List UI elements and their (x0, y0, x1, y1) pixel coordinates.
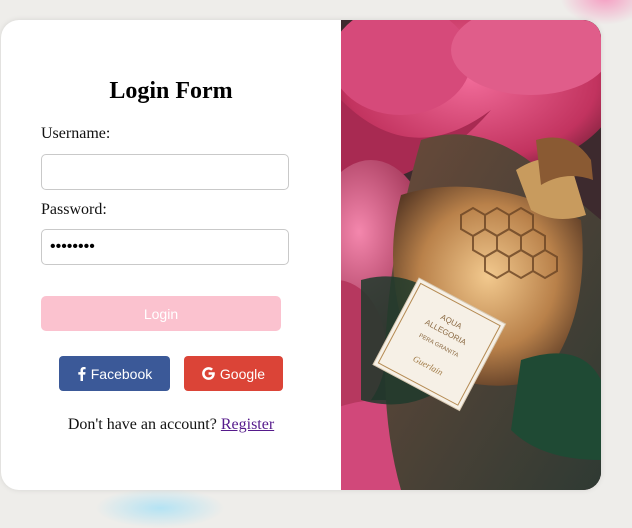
register-link[interactable]: Register (221, 416, 274, 433)
google-icon (202, 367, 215, 380)
username-input[interactable] (41, 154, 289, 190)
perfume-photo: AQUA ALLEGORIA PERA GRANITA Guerlain (341, 20, 601, 490)
google-label: Google (219, 365, 266, 382)
register-prompt-text: Don't have an account? (67, 416, 217, 433)
facebook-label: Facebook (90, 365, 153, 382)
decorative-blob-blue (95, 488, 225, 528)
facebook-icon (77, 366, 86, 381)
login-form-panel: Login Form Username: Password: Login Fac… (1, 20, 341, 490)
form-title: Login Form (109, 78, 233, 104)
register-prompt: Don't have an account? Register (1, 416, 341, 434)
login-button[interactable]: Login (41, 296, 281, 331)
password-input[interactable] (41, 229, 289, 265)
google-button[interactable]: Google (184, 356, 283, 391)
password-label: Password: (41, 201, 107, 218)
username-label: Username: (41, 125, 111, 142)
facebook-button[interactable]: Facebook (59, 356, 170, 391)
login-card: Login Form Username: Password: Login Fac… (1, 20, 601, 490)
